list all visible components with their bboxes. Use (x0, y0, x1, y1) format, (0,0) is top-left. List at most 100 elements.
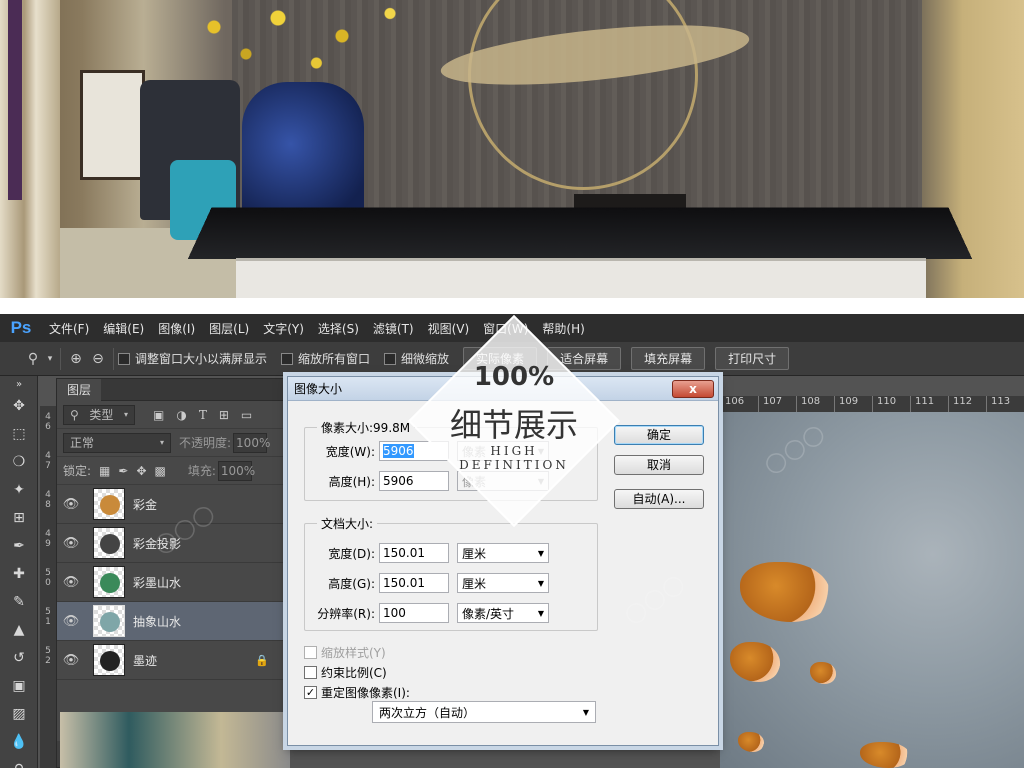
marquee-tool-icon[interactable]: ⬚ (0, 420, 38, 448)
lock-all-icon[interactable]: ▩ (155, 464, 166, 478)
pixel-width-unit-select[interactable]: 像素 ▼ (457, 441, 549, 461)
ruler-tick: 111 (910, 396, 948, 412)
doc-height-input[interactable]: 150.01 (379, 573, 449, 593)
eye-icon[interactable]: 👁 (57, 497, 85, 512)
crop-tool-icon[interactable]: ⊞ (0, 504, 38, 532)
scale-styles-checkbox[interactable]: 缩放样式(Y) (304, 643, 386, 661)
fill-input[interactable]: 100% (217, 460, 255, 481)
close-button[interactable]: x (672, 380, 714, 398)
eye-icon[interactable]: 👁 (57, 653, 85, 668)
resize-windows-label: 调整窗口大小以满屏显示 (135, 352, 268, 366)
scrubby-zoom-checkbox[interactable]: 细微缩放 (384, 350, 449, 367)
checkmark-icon[interactable]: ✓ (304, 685, 317, 699)
lock-transparency-icon[interactable]: ▦ (99, 464, 110, 478)
actual-pixels-button[interactable]: 实际像素 (463, 347, 538, 370)
ok-button[interactable]: 确定 (614, 425, 704, 445)
checkbox-box[interactable] (384, 352, 397, 365)
zoom-out-icon[interactable]: ⊖ (87, 348, 109, 370)
filter-kind-select[interactable]: ⚲ 类型 ▾ (63, 404, 135, 425)
constrain-proportions-label: 约束比例(C) (321, 665, 387, 680)
layer-row[interactable]: 👁 墨迹 🔒 (57, 641, 285, 680)
tab-layers[interactable]: 图层 (57, 379, 102, 401)
collapse-icon[interactable]: » (0, 376, 38, 392)
chevron-down-icon[interactable]: ▾ (44, 348, 56, 370)
doc-height-row: 高度(G): 150.01 厘米 ▼ (305, 572, 549, 594)
pixel-width-input[interactable]: 5906 (379, 441, 449, 461)
doc-height-unit-select[interactable]: 厘米 ▼ (457, 573, 549, 593)
cancel-button[interactable]: 取消 (614, 455, 704, 475)
auto-button[interactable]: 自动(A)... (614, 489, 704, 509)
menu-select[interactable]: 选择(S) (311, 320, 366, 337)
pixel-width-label: 宽度(W): (325, 444, 375, 459)
ruler-tick: 108 (796, 396, 834, 412)
resolution-unit-select[interactable]: 像素/英寸 ▼ (457, 603, 549, 623)
chevron-down-icon: ▼ (537, 548, 544, 558)
print-size-button[interactable]: 打印尺寸 (715, 347, 790, 370)
doc-width-unit-select[interactable]: 厘米 ▼ (457, 543, 549, 563)
zoom-all-windows-checkbox[interactable]: 缩放所有窗口 (281, 350, 370, 367)
eraser-tool-icon[interactable]: ▣ (0, 672, 38, 700)
fit-screen-button[interactable]: 适合屏幕 (547, 347, 622, 370)
menu-bar: Ps 文件(F) 编辑(E) 图像(I) 图层(L) 文字(Y) 选择(S) 滤… (0, 314, 1024, 342)
resample-checkbox[interactable]: ✓ 重定图像像素(I): (304, 683, 410, 701)
image-filter-icon[interactable]: ▣ (153, 408, 164, 422)
menu-filter[interactable]: 滤镜(T) (366, 320, 421, 337)
resample-method-select[interactable]: 两次立方（自动） ▼ (372, 701, 596, 723)
panel-tab-bar: 图层 (57, 379, 285, 401)
layer-row-selected[interactable]: 👁 抽象山水 (57, 602, 285, 641)
menu-view[interactable]: 视图(V) (421, 320, 477, 337)
fill-screen-button[interactable]: 填充屏幕 (631, 347, 706, 370)
menu-help[interactable]: 帮助(H) (535, 320, 591, 337)
dialog-titlebar: 图像大小 (288, 377, 718, 401)
blur-tool-icon[interactable]: 💧 (0, 728, 38, 756)
checkbox-box[interactable] (304, 665, 317, 679)
dodge-tool-icon[interactable]: ⚲ (0, 756, 38, 768)
curtain-purple (8, 0, 22, 200)
magic-wand-icon[interactable]: ✦ (0, 476, 38, 504)
smart-object-filter-icon[interactable]: ▭ (241, 408, 252, 422)
door (80, 70, 145, 180)
document-canvas-lower[interactable] (60, 712, 290, 768)
menu-image[interactable]: 图像(I) (151, 320, 202, 337)
move-tool-icon[interactable]: ✥ (0, 392, 38, 420)
ruler-tick: 106 (720, 396, 758, 412)
menu-layer[interactable]: 图层(L) (202, 320, 256, 337)
eye-icon[interactable]: 👁 (57, 575, 85, 590)
lock-paint-icon[interactable]: ✒ (118, 464, 128, 478)
zoom-in-icon[interactable]: ⊕ (65, 348, 87, 370)
doc-width-input[interactable]: 150.01 (379, 543, 449, 563)
opacity-input[interactable]: 100% (233, 432, 270, 453)
menu-edit[interactable]: 编辑(E) (96, 320, 151, 337)
menu-file[interactable]: 文件(F) (42, 320, 96, 337)
blend-row: 正常 ▾ 不透明度: 100% (57, 429, 285, 457)
resolution-input[interactable]: 100 (379, 603, 449, 623)
search-icon: ⚲ (70, 407, 79, 422)
constrain-proportions-checkbox[interactable]: 约束比例(C) (304, 663, 387, 681)
eyedropper-icon[interactable]: ✒ (0, 532, 38, 560)
document-size-title: 文档大小: (317, 515, 378, 532)
checkbox-box[interactable] (281, 352, 294, 365)
lasso-tool-icon[interactable]: ❍ (0, 448, 38, 476)
healing-brush-icon[interactable]: ✚ (0, 560, 38, 588)
gradient-tool-icon[interactable]: ▨ (0, 700, 38, 728)
history-brush-icon[interactable]: ↺ (0, 644, 38, 672)
checkbox-box[interactable] (118, 352, 130, 365)
zoom-tool-icon[interactable]: ⚲ (22, 348, 44, 370)
text-filter-icon[interactable]: T (199, 408, 207, 422)
layer-row[interactable]: 👁 彩墨山水 (57, 563, 285, 602)
pixel-height-input[interactable]: 5906 (379, 471, 449, 491)
chevron-down-icon: ▾ (123, 410, 128, 419)
resize-windows-checkbox[interactable]: 调整窗口大小以满屏显示 (118, 350, 267, 367)
lock-position-icon[interactable]: ✥ (136, 464, 146, 478)
eye-icon[interactable]: 👁 (57, 614, 85, 629)
eye-icon[interactable]: 👁 (57, 536, 85, 551)
blend-mode-select[interactable]: 正常 ▾ (63, 432, 171, 453)
menu-window[interactable]: 窗口(W) (476, 320, 535, 337)
shape-filter-icon[interactable]: ⊞ (219, 408, 229, 422)
stamp-tool-icon[interactable]: ▲ (0, 616, 38, 644)
menu-type[interactable]: 文字(Y) (256, 320, 311, 337)
pixel-height-unit-select[interactable]: 像素 ▼ (457, 471, 549, 491)
adjustment-filter-icon[interactable]: ◑ (176, 408, 186, 422)
checkbox-box[interactable] (304, 645, 317, 659)
brush-tool-icon[interactable]: ✎ (0, 588, 38, 616)
